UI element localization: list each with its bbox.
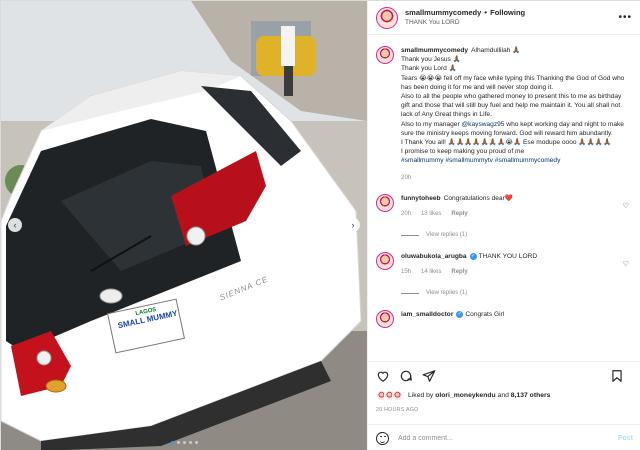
post-actions-bar (368, 361, 640, 389)
liker-avatar (392, 390, 403, 401)
like-comment-heart-icon[interactable]: ♡ (623, 202, 629, 210)
comment-body: iam_smalldoctor ✓ Congrats Girl (401, 310, 621, 328)
author-avatar[interactable] (376, 6, 398, 29)
caption-text: smallmummycomedy Alhamdullilah 🙏🏾 Thank y… (401, 46, 631, 182)
emoji-icon[interactable] (376, 431, 389, 445)
comment-item: oluwabukola_arugba ✓ THANK YOU LORD 15h 14… (376, 251, 631, 298)
separator-dot: • (484, 7, 488, 17)
commenter-avatar[interactable] (376, 251, 394, 270)
caption-line: I Thank You all! 🙏🏾🙏🏾🙏🏾🙏🏾🙏🏾🙏🏾🙏🏾😭🙏🏾 Ese m… (401, 139, 612, 147)
comment-age[interactable]: 15h (401, 268, 411, 277)
more-options-icon[interactable]: ••• (618, 12, 632, 23)
comment-likes[interactable]: 13 likes (421, 210, 441, 219)
caption-line: Alhamdullilah 🙏🏾 (471, 47, 521, 54)
view-replies-label: View replies (1) (426, 231, 468, 238)
carousel-dot (177, 441, 180, 444)
likes-prefix: Liked by (408, 392, 434, 399)
bookmark-save-icon[interactable] (610, 369, 624, 383)
post-timestamp[interactable]: 20 HOURS AGO (376, 407, 419, 413)
comment-bubble-icon[interactable] (399, 369, 413, 383)
post-sidebar: smallmummycomedy • Following THANK You LOR… (367, 1, 640, 450)
chevron-right-icon: › (351, 220, 355, 230)
view-replies-label: View replies (1) (426, 289, 468, 296)
caption-line: I promise to keep making you proud of me (401, 148, 525, 156)
caption-line: Also to my manager (401, 120, 460, 128)
comment-text: Congrats Girl (465, 310, 505, 318)
like-comment-heart-icon[interactable]: ♡ (623, 260, 629, 268)
carousel-dot (195, 441, 198, 444)
replies-line (401, 234, 419, 236)
reply-button[interactable]: Reply (451, 268, 467, 277)
add-comment-bar: Post (368, 424, 640, 450)
caption-line: Thank you Jesus 🙏🏾 (401, 56, 461, 64)
chevron-left-icon: ‹ (13, 220, 17, 230)
author-username[interactable]: smallmummycomedy (405, 8, 481, 17)
comment-item: funnytoheeb Congratulations dear❤️ 20h 13… (376, 193, 631, 240)
hashtags-link[interactable]: #smallmummy #smallmummytv #smallmummycom… (401, 156, 631, 165)
comment-meta: 20h 13 likes Reply (401, 210, 621, 219)
comment-body: funnytoheeb Congratulations dear❤️ 20h 13… (401, 194, 621, 240)
caption: smallmummycomedy Alhamdullilah 🙏🏾 Thank y… (376, 46, 631, 182)
post-comment-button[interactable]: Post (618, 435, 633, 442)
comment-username[interactable]: iam_smalldoctor (401, 311, 453, 318)
mention-link[interactable]: @kayswagz95 (461, 121, 504, 128)
comment-likes[interactable]: 14 likes (421, 268, 441, 277)
verified-badge-icon: ✓ (469, 252, 477, 260)
commenter-avatar[interactable] (376, 309, 394, 328)
caption-line: Also to all the people who gathered mone… (401, 93, 624, 119)
comment-text: Congratulations dear❤️ (443, 194, 513, 202)
like-heart-icon[interactable] (376, 369, 390, 383)
next-photo-button[interactable]: › (346, 218, 360, 232)
comment-age[interactable]: 20h (401, 210, 411, 219)
commenter-avatar[interactable] (376, 193, 394, 212)
caption-line: Tears 😭😭😭 fell off my face while typing … (401, 74, 627, 91)
comments-scroll-area[interactable]: smallmummycomedy Alhamdullilah 🙏🏾 Thank y… (368, 36, 640, 359)
previous-photo-button[interactable]: ‹ (8, 218, 22, 232)
post-location[interactable]: THANK You LORD (405, 18, 525, 28)
caption-line: Thank you Lord 🙏🏾 (401, 65, 457, 73)
comment-input[interactable] (398, 434, 618, 442)
carousel-indicator (171, 441, 198, 444)
reply-button[interactable]: Reply (451, 210, 467, 219)
comment-username[interactable]: funnytoheeb (401, 195, 441, 202)
view-replies-button[interactable]: View replies (1) (401, 289, 621, 298)
liker-avatars (376, 390, 403, 401)
likes-joiner: and (497, 392, 509, 399)
caption-username[interactable]: smallmummycomedy (401, 47, 468, 54)
comment-item: iam_smalldoctor ✓ Congrats Girl (376, 309, 631, 328)
likes-count[interactable]: 8,137 others (511, 392, 551, 399)
share-send-icon[interactable] (422, 369, 436, 383)
caption-avatar[interactable] (376, 46, 394, 64)
comment-username[interactable]: oluwabukola_arugba (401, 253, 467, 260)
caption-time[interactable]: 20h (401, 173, 631, 182)
car-photo-illustration (1, 1, 367, 450)
comment-body: oluwabukola_arugba ✓ THANK YOU LORD 15h 14… (401, 252, 621, 298)
following-button[interactable]: Following (490, 8, 525, 17)
replies-line (401, 292, 419, 294)
post-photo[interactable]: LAGOS SMALL MUMMY SIENNA CE ‹ › (1, 1, 367, 450)
view-replies-button[interactable]: View replies (1) (401, 231, 621, 240)
carousel-dot (183, 441, 186, 444)
comment-text: THANK YOU LORD (478, 252, 538, 260)
author-info: smallmummycomedy • Following THANK You LOR… (405, 8, 525, 28)
post-header: smallmummycomedy • Following THANK You LOR… (368, 1, 640, 35)
comment-meta: 15h 14 likes Reply (401, 268, 621, 277)
likes-summary: Liked by olori_moneykendu and 8,137 othe… (376, 390, 633, 401)
verified-badge-icon: ✓ (456, 310, 464, 318)
carousel-dot (171, 441, 174, 444)
first-liker-username[interactable]: olori_moneykendu (435, 392, 495, 399)
instagram-post-view: LAGOS SMALL MUMMY SIENNA CE ‹ › smallmum… (0, 0, 640, 450)
carousel-dot (189, 441, 192, 444)
